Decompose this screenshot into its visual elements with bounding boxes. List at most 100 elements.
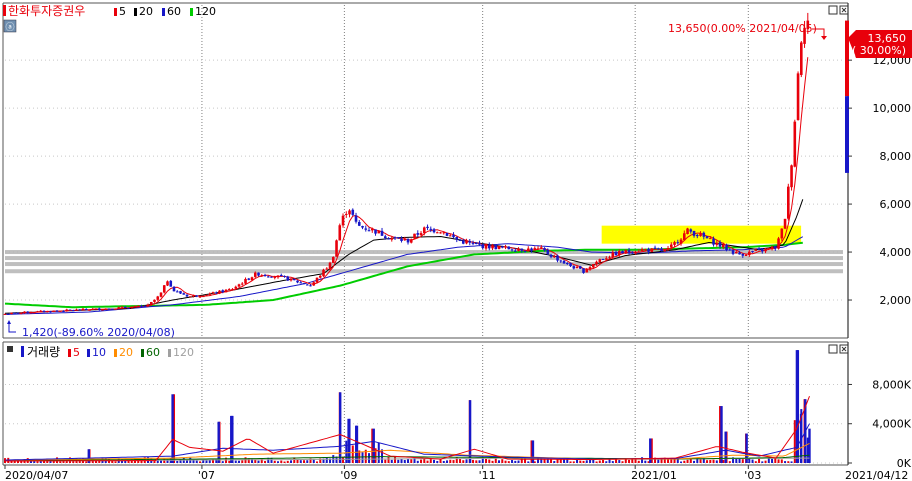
volume-bar-191 [624, 459, 627, 463]
volume-ytick-1: 4,000K [872, 418, 911, 431]
x-axis-end-date: 2021/04/12 [845, 469, 908, 481]
volume-bar-93 [306, 460, 309, 463]
vol-legend-swatch-5 [68, 349, 71, 357]
candle-103 [338, 223, 342, 241]
candle-47 [156, 295, 160, 301]
candle-11 [39, 309, 43, 312]
candle-114 [374, 229, 377, 236]
candle-3 [13, 312, 17, 314]
volume-bar-146 [478, 460, 481, 463]
current-change: ( 30.00%) [852, 44, 906, 57]
volume-bar-182 [595, 461, 598, 463]
volume-bar-72 [238, 460, 241, 463]
ma5-line [17, 57, 809, 314]
volume-bar-196 [641, 457, 644, 463]
legend-swatch-title [3, 5, 6, 16]
volume-spike-7 [372, 428, 375, 463]
legend-label-ma60: 60 [167, 5, 181, 18]
x-axis-start-date: 2020/04/07 [5, 469, 68, 481]
volume-bar-236 [771, 458, 774, 463]
vol-legend-swatch-20 [114, 349, 117, 357]
volume-bar-10 [36, 461, 39, 463]
volume-spike-3 [230, 415, 233, 463]
candle-133 [435, 231, 439, 234]
candle-243 [793, 119, 797, 168]
price-minimize-icon[interactable] [828, 5, 838, 15]
volume-bar-155 [507, 461, 510, 463]
candle-124 [406, 238, 410, 245]
candle-116 [380, 227, 384, 236]
price-panel-buttons[interactable] [828, 5, 849, 15]
candle-86 [283, 275, 286, 278]
volume-bars [4, 350, 811, 463]
volume-bar-206 [673, 459, 676, 463]
x-tick-2: '11 [479, 469, 496, 481]
candle-80 [263, 273, 267, 277]
volume-bar-90 [296, 459, 299, 463]
vol-legend-label-60: 60 [146, 346, 160, 359]
vol-legend-label-10: 10 [92, 346, 106, 359]
candle-161 [526, 246, 530, 252]
candle-228 [744, 254, 748, 257]
volume-bar-233 [761, 461, 764, 463]
candle-76 [250, 276, 254, 281]
candle-23 [78, 309, 82, 311]
volume-bar-17 [59, 461, 62, 463]
candle-242 [790, 164, 793, 191]
volume-bar-189 [618, 460, 621, 463]
volume-gridlines [5, 345, 843, 464]
candle-135 [442, 231, 446, 235]
candle-55 [182, 292, 186, 295]
candle-59 [195, 295, 199, 298]
volume-spike-2 [217, 421, 220, 463]
volume-bar-125 [410, 459, 413, 463]
volume-bar-118 [387, 457, 390, 463]
candle-106 [348, 209, 351, 218]
volume-bar-242 [790, 461, 793, 463]
candle-149 [487, 242, 491, 251]
candle-26 [88, 309, 91, 311]
volume-bar-149 [488, 459, 491, 463]
volume-panel-buttons[interactable] [828, 344, 849, 354]
vol-legend-swatch-120 [168, 349, 171, 357]
volume-bar-123 [403, 459, 406, 463]
candle-241 [787, 183, 790, 221]
side-button[interactable]: ⓐ [3, 19, 17, 33]
candle-143 [468, 238, 472, 246]
volume-panel-marker [7, 346, 13, 352]
volume-bar-59 [195, 460, 198, 463]
volume-bar-204 [667, 459, 670, 463]
volume-spike-11 [720, 406, 723, 463]
volume-bar-137 [449, 459, 452, 463]
vol-legend-label-5: 5 [73, 346, 80, 359]
candle-64 [211, 291, 215, 294]
volume-bar-46 [153, 461, 156, 463]
candle-134 [439, 231, 442, 234]
volume-spike-4 [339, 392, 342, 463]
chart-canvas: 2,0004,0006,0008,00010,00012,000 0K4,000… [2, 2, 912, 481]
candle-97 [318, 274, 322, 279]
volume-bar-122 [400, 458, 403, 463]
price-gridlines [5, 5, 843, 336]
volume-bar-145 [475, 460, 478, 463]
level-line-2 [5, 256, 843, 261]
volume-bar-119 [390, 459, 393, 463]
volume-bar-184 [602, 459, 605, 463]
volume-bar-80 [264, 461, 267, 463]
volume-bar-152 [498, 460, 501, 463]
volume-bar-201 [657, 459, 660, 463]
volume-minimize-icon[interactable] [828, 344, 838, 354]
volume-bar-142 [465, 459, 468, 463]
volume-spike-5 [347, 418, 350, 463]
x-tick-3: 2021/01 [631, 469, 677, 481]
volume-bar-216 [706, 460, 709, 463]
volume-bar-231 [754, 461, 757, 463]
current-price-tag: 13,650 ( 30.00%) [848, 30, 912, 58]
candle-107 [351, 208, 355, 217]
candle-125 [409, 238, 413, 244]
volume-bar-192 [628, 459, 631, 463]
volume-spike-8 [468, 400, 472, 463]
candle-196 [640, 247, 644, 252]
volume-bar-241 [787, 461, 790, 463]
candle-53 [175, 290, 179, 293]
